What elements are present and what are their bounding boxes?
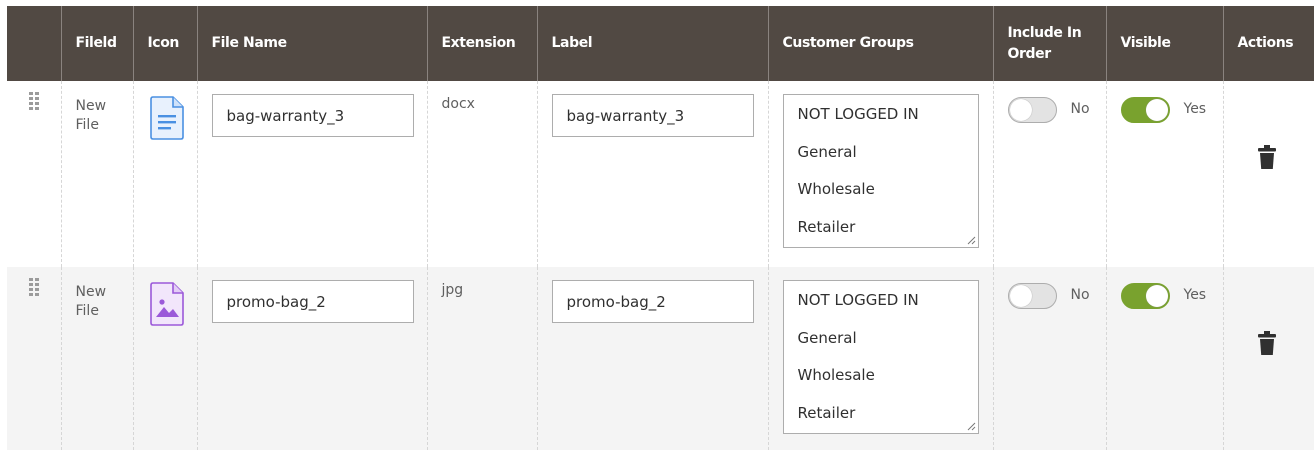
trash-icon[interactable] [1257, 331, 1276, 355]
toggle-knob [1145, 99, 1168, 121]
customer-group-option[interactable]: NOT LOGGED IN [798, 101, 978, 139]
col-extension: Extension [426, 6, 537, 81]
col-icon: Icon [132, 6, 197, 81]
drag-handle-icon[interactable] [29, 92, 39, 112]
toggle-knob [1009, 285, 1032, 307]
file-id: New File [75, 284, 107, 319]
include-in-order-switch: No [1007, 97, 1092, 123]
file-name-input[interactable] [211, 94, 414, 137]
trash-icon[interactable] [1257, 145, 1276, 169]
document-icon [149, 96, 184, 140]
toggle-knob [1145, 285, 1168, 307]
file-id: New File [75, 98, 107, 133]
customer-groups-select[interactable]: NOT LOGGED IN General Wholesale Retailer [782, 94, 979, 248]
customer-group-option[interactable]: General [798, 139, 978, 177]
customer-group-option[interactable]: Wholesale [798, 362, 978, 400]
grid-header: Fileld Icon File Name Extension Label Cu… [7, 6, 1314, 81]
customer-group-option[interactable]: NOT LOGGED IN [798, 287, 978, 325]
visible-switch: Yes [1120, 97, 1209, 123]
toggle-knob [1009, 99, 1032, 121]
customer-group-option[interactable]: Wholesale [798, 176, 978, 214]
file-extension: docx [441, 96, 475, 112]
table-row: New File jpg NOT LOGGED IN General Whole… [7, 267, 1314, 450]
include-in-order-toggle[interactable] [1007, 97, 1057, 123]
label-input[interactable] [551, 94, 754, 137]
customer-group-option[interactable]: Retailer [798, 400, 978, 438]
col-file-name: File Name [196, 6, 427, 81]
visible-switch: Yes [1120, 283, 1209, 309]
include-in-order-toggle[interactable] [1007, 283, 1057, 309]
customer-group-option[interactable]: General [798, 325, 978, 363]
visible-label: Yes [1183, 287, 1207, 303]
visible-toggle[interactable] [1120, 97, 1170, 123]
col-customer-groups: Customer Groups [767, 6, 993, 81]
files-grid: Fileld Icon File Name Extension Label Cu… [7, 6, 1314, 450]
drag-handle-icon[interactable] [29, 278, 39, 298]
visible-toggle[interactable] [1120, 283, 1170, 309]
resize-grip-icon[interactable] [966, 421, 976, 431]
col-include-in-order: Include In Order [992, 6, 1106, 81]
resize-grip-icon[interactable] [966, 235, 976, 245]
visible-label: Yes [1183, 101, 1207, 117]
customer-group-option[interactable]: Retailer [798, 214, 978, 252]
file-extension: jpg [441, 282, 464, 298]
label-input[interactable] [551, 280, 754, 323]
col-actions: Actions [1222, 6, 1314, 81]
col-drag [7, 6, 61, 81]
col-fileid: Fileld [60, 6, 133, 81]
customer-groups-select[interactable]: NOT LOGGED IN General Wholesale Retailer [782, 280, 979, 434]
col-label: Label [536, 6, 768, 81]
file-name-input[interactable] [211, 280, 414, 323]
include-in-order-label: No [1070, 287, 1090, 303]
table-row: New File docx NOT LOGGED IN General Whol… [7, 81, 1314, 267]
include-in-order-label: No [1070, 101, 1090, 117]
include-in-order-switch: No [1007, 283, 1092, 309]
col-visible: Visible [1105, 6, 1223, 81]
image-file-icon [149, 282, 184, 326]
